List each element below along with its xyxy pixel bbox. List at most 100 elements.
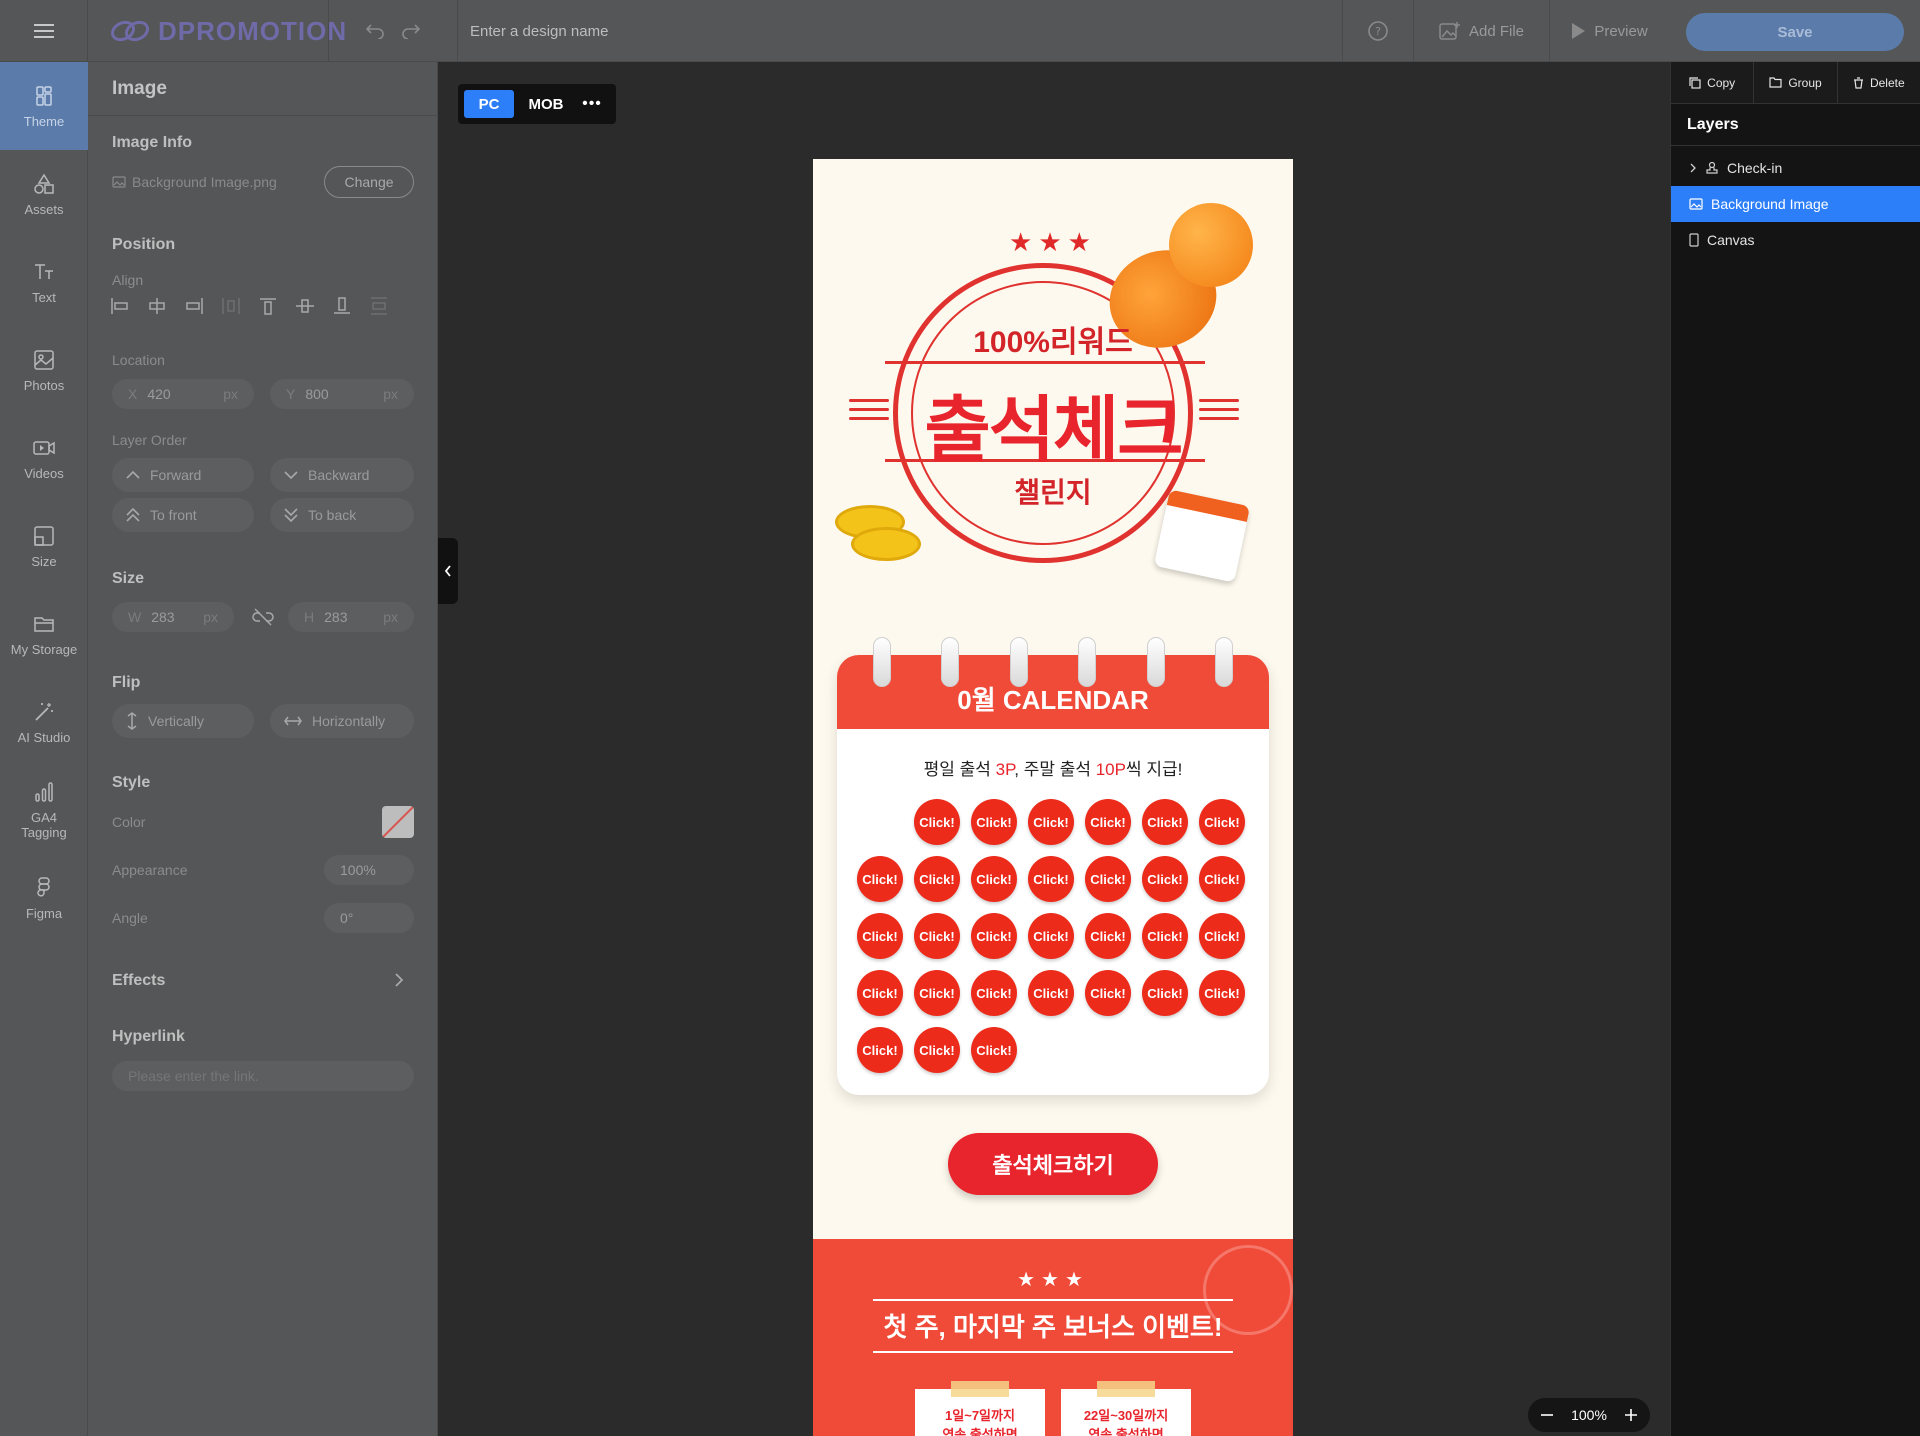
chevron-right-icon[interactable] [394, 972, 404, 993]
save-button[interactable]: Save [1686, 13, 1904, 51]
rail-item-ga4-tagging[interactable]: GA4 Tagging [0, 766, 88, 854]
x-input[interactable]: X 420 px [112, 379, 254, 409]
collapse-panel-button[interactable] [438, 538, 458, 604]
day-click-17[interactable]: Click! [1028, 913, 1074, 959]
brand-logo[interactable]: DPROMOTION [110, 0, 347, 62]
x-unit: px [223, 386, 238, 402]
rail-item-figma[interactable]: Figma [0, 854, 88, 942]
videos-icon [33, 440, 55, 455]
day-click-23[interactable]: Click! [971, 970, 1017, 1016]
card-subtext: 연속 출석하면 [1088, 1427, 1164, 1436]
day-click-9[interactable]: Click! [971, 856, 1017, 902]
reward-text: 100%리워드 [973, 326, 1133, 359]
rail-label: Text [32, 289, 56, 305]
day-click-6[interactable]: Click! [1199, 799, 1245, 845]
layer-item-canvas[interactable]: Canvas [1671, 222, 1920, 258]
copy-button[interactable]: Copy [1671, 62, 1755, 103]
day-click-12[interactable]: Click! [1142, 856, 1188, 902]
hyperlink-input[interactable]: Please enter the link. [112, 1061, 414, 1091]
hamburger-menu-button[interactable] [0, 0, 88, 62]
day-click-8[interactable]: Click! [914, 856, 960, 902]
flip-horizontal-button[interactable]: Horizontally [270, 704, 414, 738]
color-label: Color [112, 814, 146, 830]
design-name-input[interactable] [470, 18, 970, 44]
day-click-20[interactable]: Click! [1199, 913, 1245, 959]
zoom-out-icon[interactable] [1540, 1408, 1554, 1422]
weekday-points: 3P [995, 760, 1015, 779]
color-swatch[interactable] [382, 806, 414, 838]
day-click-18[interactable]: Click! [1085, 913, 1131, 959]
align-left-icon[interactable] [108, 294, 132, 318]
rail-item-text[interactable]: Text [0, 238, 88, 326]
add-file-label: Add File [1468, 22, 1525, 40]
preview-button[interactable]: Preview [1550, 0, 1668, 62]
day-click-26[interactable]: Click! [1142, 970, 1188, 1016]
align-bottom-icon[interactable] [330, 294, 354, 318]
delete-button[interactable]: Delete [1838, 62, 1920, 103]
appearance-input[interactable]: 100% [324, 855, 414, 885]
to-front-label: To front [150, 507, 197, 523]
rail-item-size[interactable]: Size [0, 502, 88, 590]
day-click-14[interactable]: Click! [857, 913, 903, 959]
backward-button[interactable]: Backward [270, 458, 414, 492]
layer-item-check-in[interactable]: Check-in [1671, 150, 1920, 186]
day-click-5[interactable]: Click! [1142, 799, 1188, 845]
day-click-1[interactable]: Click! [914, 799, 960, 845]
height-input[interactable]: H 283 px [288, 602, 414, 632]
day-click-16[interactable]: Click! [971, 913, 1017, 959]
rail-label: AI Studio [17, 729, 71, 745]
forward-button[interactable]: Forward [112, 458, 254, 492]
rail-item-theme[interactable]: Theme [0, 62, 88, 150]
day-click-2[interactable]: Click! [971, 799, 1017, 845]
distribute-vertical-icon[interactable] [367, 294, 391, 318]
day-click-24[interactable]: Click! [1028, 970, 1074, 1016]
zoom-in-icon[interactable] [1624, 1408, 1638, 1422]
check-in-button[interactable]: 출석체크하기 [948, 1133, 1158, 1195]
align-center-horizontal-icon[interactable] [145, 294, 169, 318]
more-options-icon[interactable]: ••• [578, 90, 606, 118]
unlink-ratio-icon[interactable] [252, 607, 274, 632]
day-click-13[interactable]: Click! [1199, 856, 1245, 902]
rail-item-ai-studio[interactable]: AI Studio [0, 678, 88, 766]
day-click-7[interactable]: Click! [857, 856, 903, 902]
distribute-horizontal-icon[interactable] [219, 294, 243, 318]
day-click-19[interactable]: Click! [1142, 913, 1188, 959]
day-click-11[interactable]: Click! [1085, 856, 1131, 902]
y-input[interactable]: Y 800 px [270, 379, 414, 409]
day-click-27[interactable]: Click! [1199, 970, 1245, 1016]
day-click-3[interactable]: Click! [1028, 799, 1074, 845]
day-click-15[interactable]: Click! [914, 913, 960, 959]
rail-item-assets[interactable]: Assets [0, 150, 88, 238]
change-image-button[interactable]: Change [324, 166, 414, 198]
align-middle-vertical-icon[interactable] [293, 294, 317, 318]
to-front-button[interactable]: To front [112, 498, 254, 532]
day-click-28[interactable]: Click! [857, 1027, 903, 1073]
pc-tab[interactable]: PC [464, 90, 514, 118]
to-back-button[interactable]: To back [270, 498, 414, 532]
day-click-10[interactable]: Click! [1028, 856, 1074, 902]
flip-vertical-button[interactable]: Vertically [112, 704, 254, 738]
day-click-21[interactable]: Click! [857, 970, 903, 1016]
effects-heading[interactable]: Effects [112, 972, 165, 990]
angle-input[interactable]: 0° [324, 903, 414, 933]
layer-item-background-image[interactable]: Background Image [1671, 186, 1920, 222]
day-click-30[interactable]: Click! [971, 1027, 1017, 1073]
rail-item-my-storage[interactable]: My Storage [0, 590, 88, 678]
mob-tab[interactable]: MOB [518, 90, 574, 118]
day-click-25[interactable]: Click! [1085, 970, 1131, 1016]
rail-item-videos[interactable]: Videos [0, 414, 88, 502]
day-click-4[interactable]: Click! [1085, 799, 1131, 845]
align-right-icon[interactable] [182, 294, 206, 318]
align-top-icon[interactable] [256, 294, 280, 318]
day-click-29[interactable]: Click! [914, 1027, 960, 1073]
day-click-22[interactable]: Click! [914, 970, 960, 1016]
undo-icon[interactable] [365, 23, 385, 39]
redo-icon[interactable] [401, 23, 421, 39]
rail-item-photos[interactable]: Photos [0, 326, 88, 414]
group-button[interactable]: Group [1754, 62, 1838, 103]
add-file-button[interactable]: Add File [1414, 0, 1550, 62]
design-page[interactable]: ★★★ 100%리워드 출석체크 챌린지 0월 CALENDAR 평일 출석 3… [813, 159, 1293, 1436]
chevron-right-icon[interactable] [1689, 163, 1697, 173]
help-button[interactable]: ? [1342, 0, 1414, 62]
width-input[interactable]: W 283 px [112, 602, 234, 632]
